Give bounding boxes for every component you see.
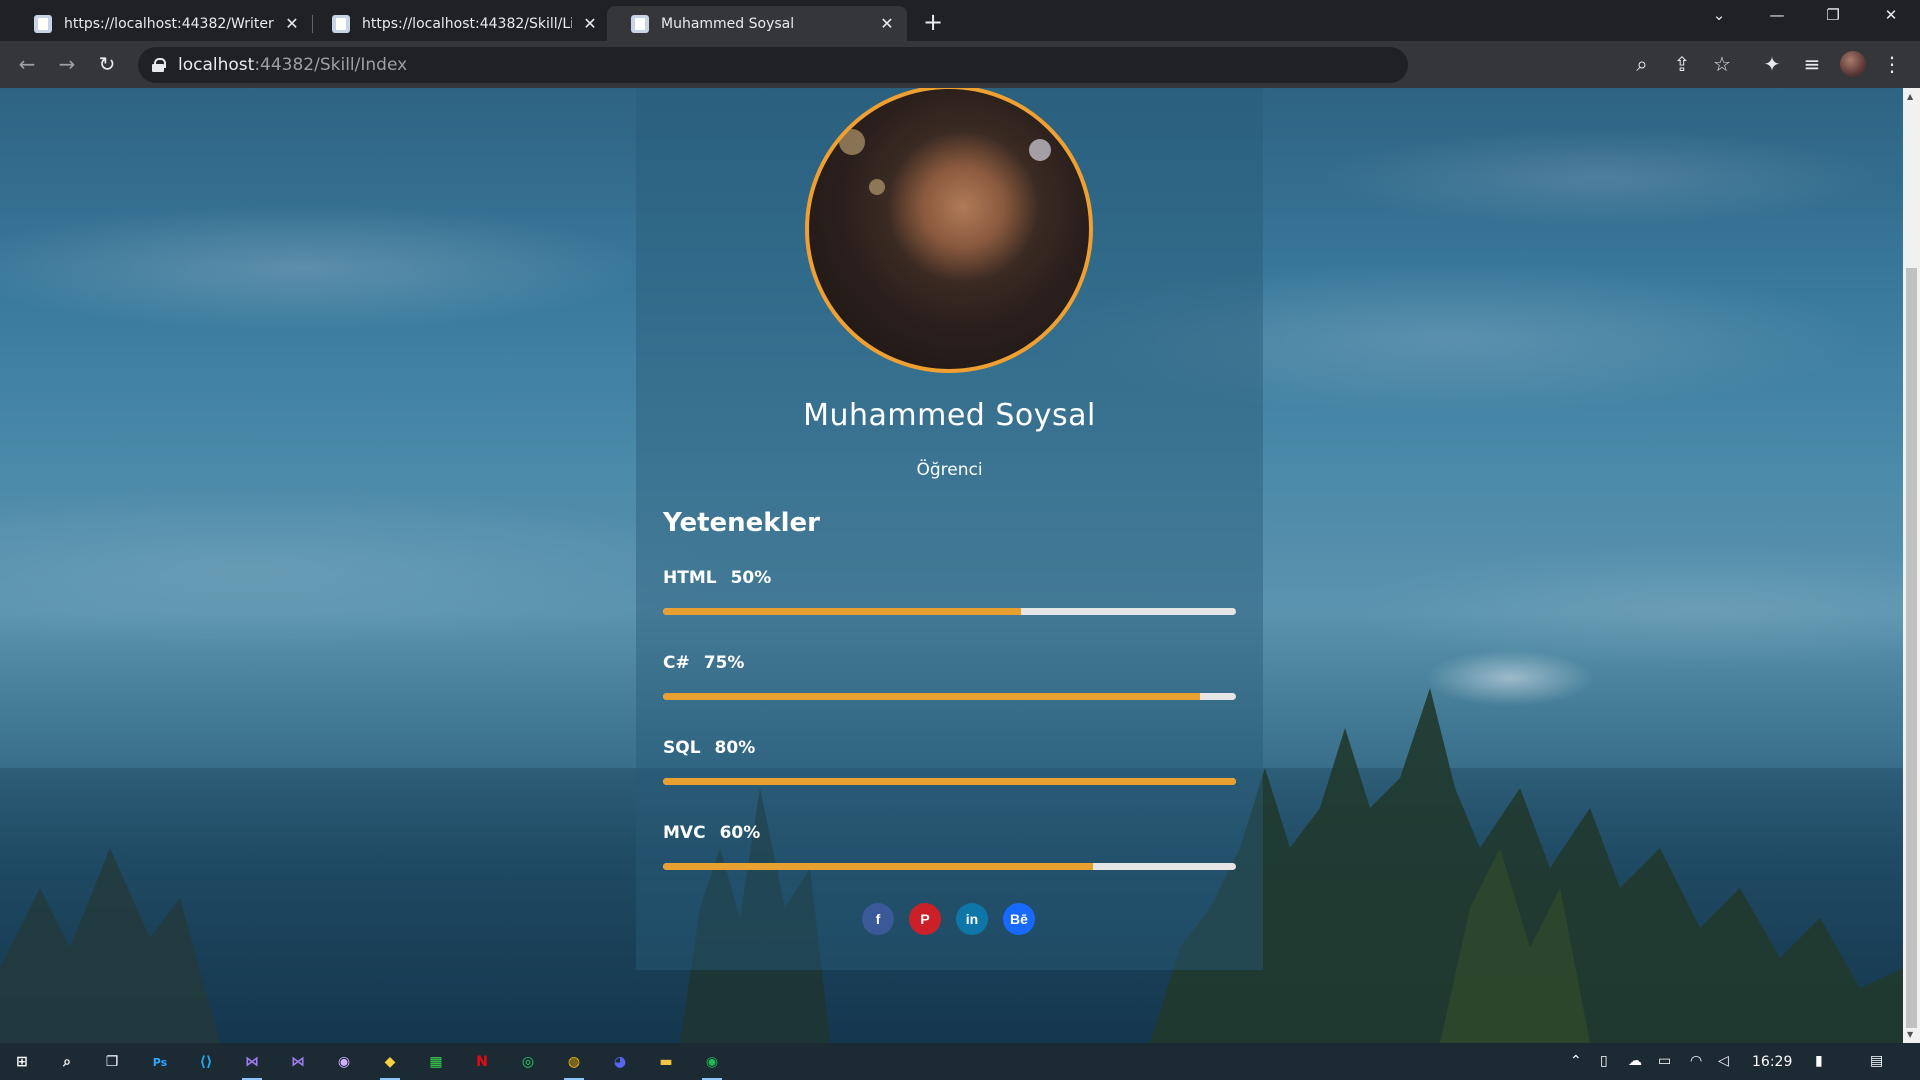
page-icon xyxy=(332,14,350,33)
skill-label: C# 75% xyxy=(663,653,745,673)
browser-toolbar: ← → ↻ localhost:44382/Skill/Index ⌕ ⇪ ☆ … xyxy=(0,41,1920,88)
page-icon xyxy=(34,14,52,33)
file-explorer-icon[interactable]: ▬ xyxy=(653,1049,679,1075)
windows-taskbar: ⊞ ⌕ ❐ Ps ⟨⟩ ⋈ ⋈ ◉ ◆ ▦ N ◎ ◍ ◕ ▬ ◉ ⌃ ▯ ☁ … xyxy=(0,1043,1920,1080)
skill-csharp: C# 75% xyxy=(663,653,1236,700)
skills-heading: Yetenekler xyxy=(663,508,820,538)
media-control-icon[interactable]: ≡ xyxy=(1800,54,1824,74)
tab-profile[interactable]: Muhammed Soysal ✕ xyxy=(607,6,907,41)
address-bar[interactable]: localhost:44382/Skill/Index xyxy=(138,47,1408,83)
netflix-icon[interactable]: N xyxy=(469,1049,495,1075)
new-tab-button[interactable]: + xyxy=(923,8,943,36)
page-icon xyxy=(631,14,649,33)
onedrive-icon[interactable]: ☁ xyxy=(1628,1053,1642,1069)
skill-progress-fill xyxy=(663,693,1200,700)
tab-title: Muhammed Soysal xyxy=(661,15,795,32)
chrome-icon[interactable]: ◍ xyxy=(561,1049,587,1080)
page-scrollbar[interactable]: ▲ ▼ xyxy=(1903,88,1920,1043)
windows-start-icon[interactable]: ⊞ xyxy=(9,1049,35,1075)
share-icon[interactable]: ⇪ xyxy=(1670,54,1694,74)
volume-icon[interactable]: ◁ xyxy=(1718,1053,1729,1069)
menu-icon[interactable]: ⋮ xyxy=(1880,54,1904,74)
window-close-icon[interactable]: ✕ xyxy=(1868,6,1914,24)
taskbar-clock[interactable]: 16:29 xyxy=(1752,1054,1792,1070)
profile-name: Muhammed Soysal xyxy=(803,398,1096,433)
profile-role: Öğrenci xyxy=(916,460,983,480)
photoshop-icon[interactable]: Ps xyxy=(147,1049,173,1075)
language-icon[interactable]: ▮ xyxy=(1815,1053,1823,1069)
scroll-up-icon[interactable]: ▲ xyxy=(1907,92,1913,101)
minimize-icon[interactable]: — xyxy=(1754,6,1800,24)
visual-studio-icon[interactable]: ⋈ xyxy=(239,1049,265,1080)
forward-icon[interactable]: → xyxy=(55,54,79,74)
tab-title: https://localhost:44382/WriterPa xyxy=(64,15,274,32)
skill-progress-bar xyxy=(663,693,1236,700)
lock-icon[interactable] xyxy=(152,58,166,72)
skill-label: SQL 80% xyxy=(663,738,756,758)
profile-avatar[interactable] xyxy=(1840,51,1866,77)
search-icon[interactable]: ⌕ xyxy=(54,1049,80,1075)
skill-progress-bar xyxy=(663,863,1236,870)
github-icon[interactable]: ◉ xyxy=(331,1049,357,1075)
extensions-icon[interactable]: ✦ xyxy=(1760,54,1784,74)
vscode-icon[interactable]: ⟨⟩ xyxy=(193,1049,219,1075)
device-icon[interactable]: ▯ xyxy=(1600,1053,1608,1069)
close-icon[interactable]: ✕ xyxy=(580,14,600,33)
close-icon[interactable]: ✕ xyxy=(877,14,897,33)
skill-label: MVC 60% xyxy=(663,823,761,843)
skill-progress-bar xyxy=(663,608,1236,615)
reload-icon[interactable]: ↻ xyxy=(95,54,119,74)
back-icon[interactable]: ← xyxy=(15,54,39,74)
notifications-icon[interactable]: ▤ xyxy=(1870,1053,1883,1069)
skill-label: HTML 50% xyxy=(663,568,772,588)
scroll-thumb[interactable] xyxy=(1906,268,1917,1028)
url-text: localhost:44382/Skill/Index xyxy=(178,55,408,75)
profile-photo xyxy=(805,88,1093,373)
linkedin-icon[interactable]: in xyxy=(956,903,988,935)
skill-progress-fill xyxy=(663,863,1093,870)
whatsapp-icon[interactable]: ◎ xyxy=(515,1049,541,1075)
skill-sql: SQL 80% xyxy=(663,738,1236,785)
zoom-icon[interactable]: ⌕ xyxy=(1630,54,1654,74)
bookmark-star-icon[interactable]: ☆ xyxy=(1710,54,1734,74)
tab-skill-list[interactable]: https://localhost:44382/Skill/List ✕ xyxy=(308,6,610,41)
skill-mvc: MVC 60% xyxy=(663,823,1236,870)
page-viewport: Muhammed Soysal Öğrenci Yetenekler HTML 5… xyxy=(0,88,1903,1043)
browser-tab-strip: https://localhost:44382/WriterPa ✕ https… xyxy=(0,0,1920,41)
social-links: f P in Bē xyxy=(862,903,1035,935)
python-icon[interactable]: ◆ xyxy=(377,1049,403,1080)
spotify-icon[interactable]: ◉ xyxy=(699,1049,725,1080)
restore-icon[interactable]: ❐ xyxy=(1810,6,1856,24)
skill-progress-bar xyxy=(663,778,1236,785)
behance-icon[interactable]: Bē xyxy=(1003,903,1035,935)
pinterest-icon[interactable]: P xyxy=(909,903,941,935)
tray-expand-icon[interactable]: ⌃ xyxy=(1570,1053,1582,1069)
discord-icon[interactable]: ◕ xyxy=(607,1049,633,1075)
tab-title: https://localhost:44382/Skill/List xyxy=(362,15,572,32)
skill-progress-fill xyxy=(663,608,1022,615)
tab-search-icon[interactable]: ⌄ xyxy=(1696,6,1742,24)
battery-icon[interactable]: ▭ xyxy=(1658,1053,1671,1069)
visual-studio-icon-2[interactable]: ⋈ xyxy=(285,1049,311,1075)
scroll-down-icon[interactable]: ▼ xyxy=(1907,1030,1913,1039)
close-icon[interactable]: ✕ xyxy=(282,14,302,33)
facebook-icon[interactable]: f xyxy=(862,903,894,935)
sheets-icon[interactable]: ▦ xyxy=(423,1049,449,1075)
skill-progress-fill xyxy=(663,778,1236,785)
tab-writer[interactable]: https://localhost:44382/WriterPa ✕ xyxy=(10,6,312,41)
skill-html: HTML 50% xyxy=(663,568,1236,615)
wifi-icon[interactable]: ◠ xyxy=(1690,1053,1702,1069)
task-view-icon[interactable]: ❐ xyxy=(99,1049,125,1075)
